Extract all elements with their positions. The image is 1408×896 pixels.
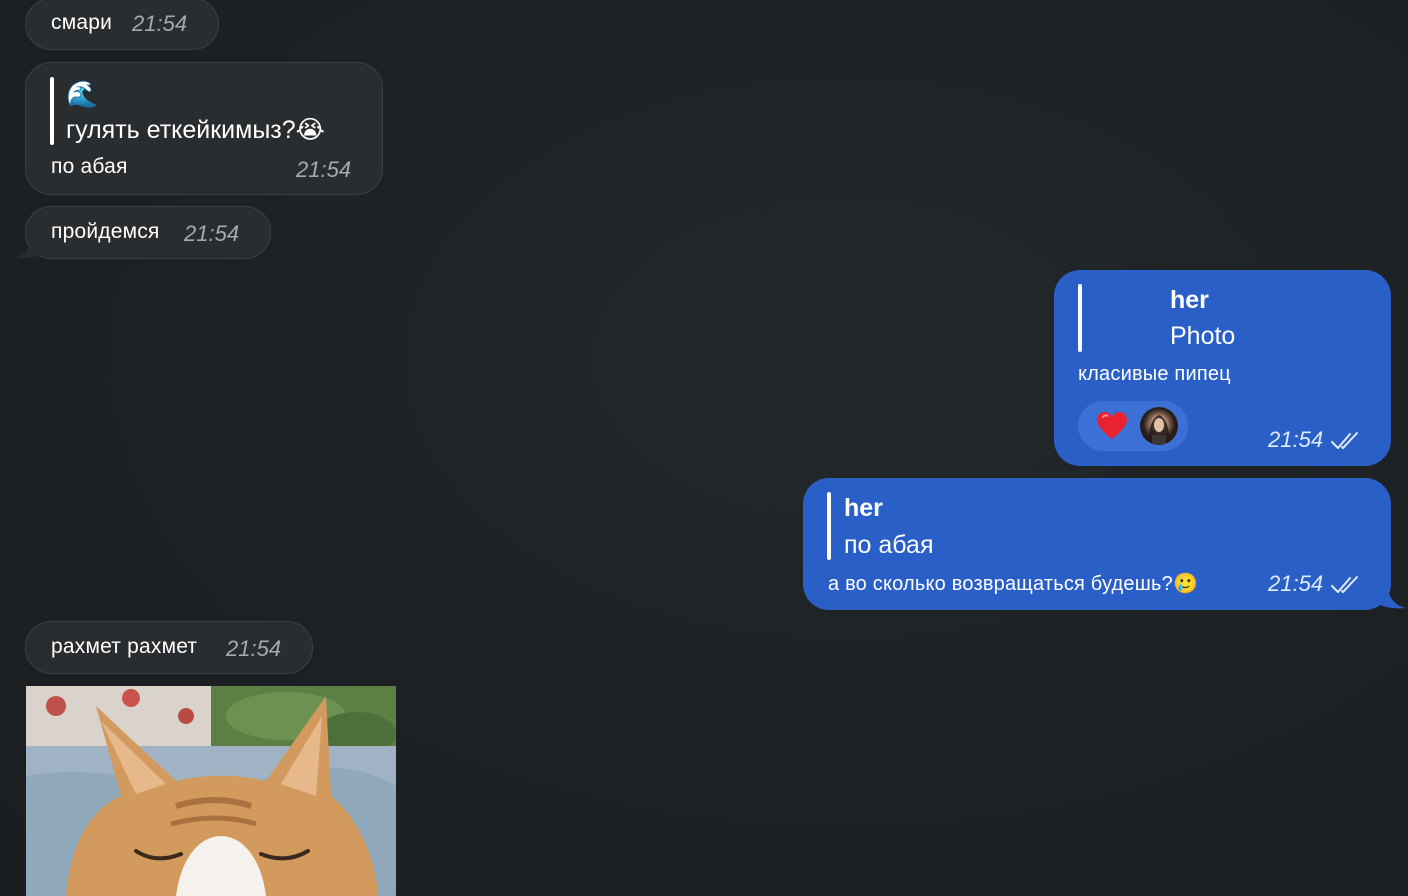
heart-icon: [1096, 411, 1128, 446]
message-time: 21:54: [184, 221, 240, 246]
cat-gif-image[interactable]: [26, 686, 396, 896]
message-text: а во сколько возвращаться будешь?🥲: [828, 573, 1199, 595]
double-check-icon: [1331, 432, 1358, 449]
incoming-message[interactable]: пройдемся 21:54: [25, 206, 271, 259]
quote-bar: [827, 492, 831, 560]
bubble-tail: [14, 236, 42, 259]
quote-author: her: [844, 494, 883, 522]
message-text: пройдемся: [51, 220, 160, 243]
reactor-avatar[interactable]: [1140, 407, 1178, 445]
message-time: 21:54: [1268, 571, 1324, 596]
message-time: 21:54: [132, 11, 188, 36]
quote-bar: [50, 77, 54, 145]
message-text: рахмет рахмет: [51, 635, 198, 658]
outgoing-reply-message[interactable]: her Photo класивые пипец 21:54: [1054, 270, 1391, 466]
chat-history[interactable]: смари 21:54 🌊 гулять еткейкимыз?😭 по аба…: [0, 0, 1408, 896]
outgoing-reply-message[interactable]: her по абая а во сколько возвращаться бу…: [803, 478, 1391, 610]
quote-text: Photo: [1170, 322, 1236, 350]
incoming-reply-message[interactable]: 🌊 гулять еткейкимыз?😭 по абая 21:54: [25, 62, 383, 195]
incoming-message[interactable]: рахмет рахмет 21:54: [25, 621, 313, 674]
quote-emoji: 🌊: [66, 79, 99, 109]
quote-text: гулять еткейкимыз?😭: [66, 116, 325, 144]
message-text: класивые пипец: [1078, 363, 1231, 385]
reaction-pill[interactable]: [1078, 401, 1188, 451]
quote-author: her: [1170, 286, 1209, 314]
message-text: по абая: [51, 155, 128, 178]
message-text: смари: [51, 11, 113, 34]
bubble-tail: [1378, 586, 1406, 609]
message-time: 21:54: [296, 157, 352, 182]
double-check-icon: [1331, 576, 1358, 593]
message-time: 21:54: [226, 636, 282, 661]
incoming-message[interactable]: смари 21:54: [25, 0, 219, 50]
quote-text: по абая: [844, 531, 934, 559]
message-time: 21:54: [1268, 427, 1324, 452]
quote-bar: [1078, 284, 1082, 352]
